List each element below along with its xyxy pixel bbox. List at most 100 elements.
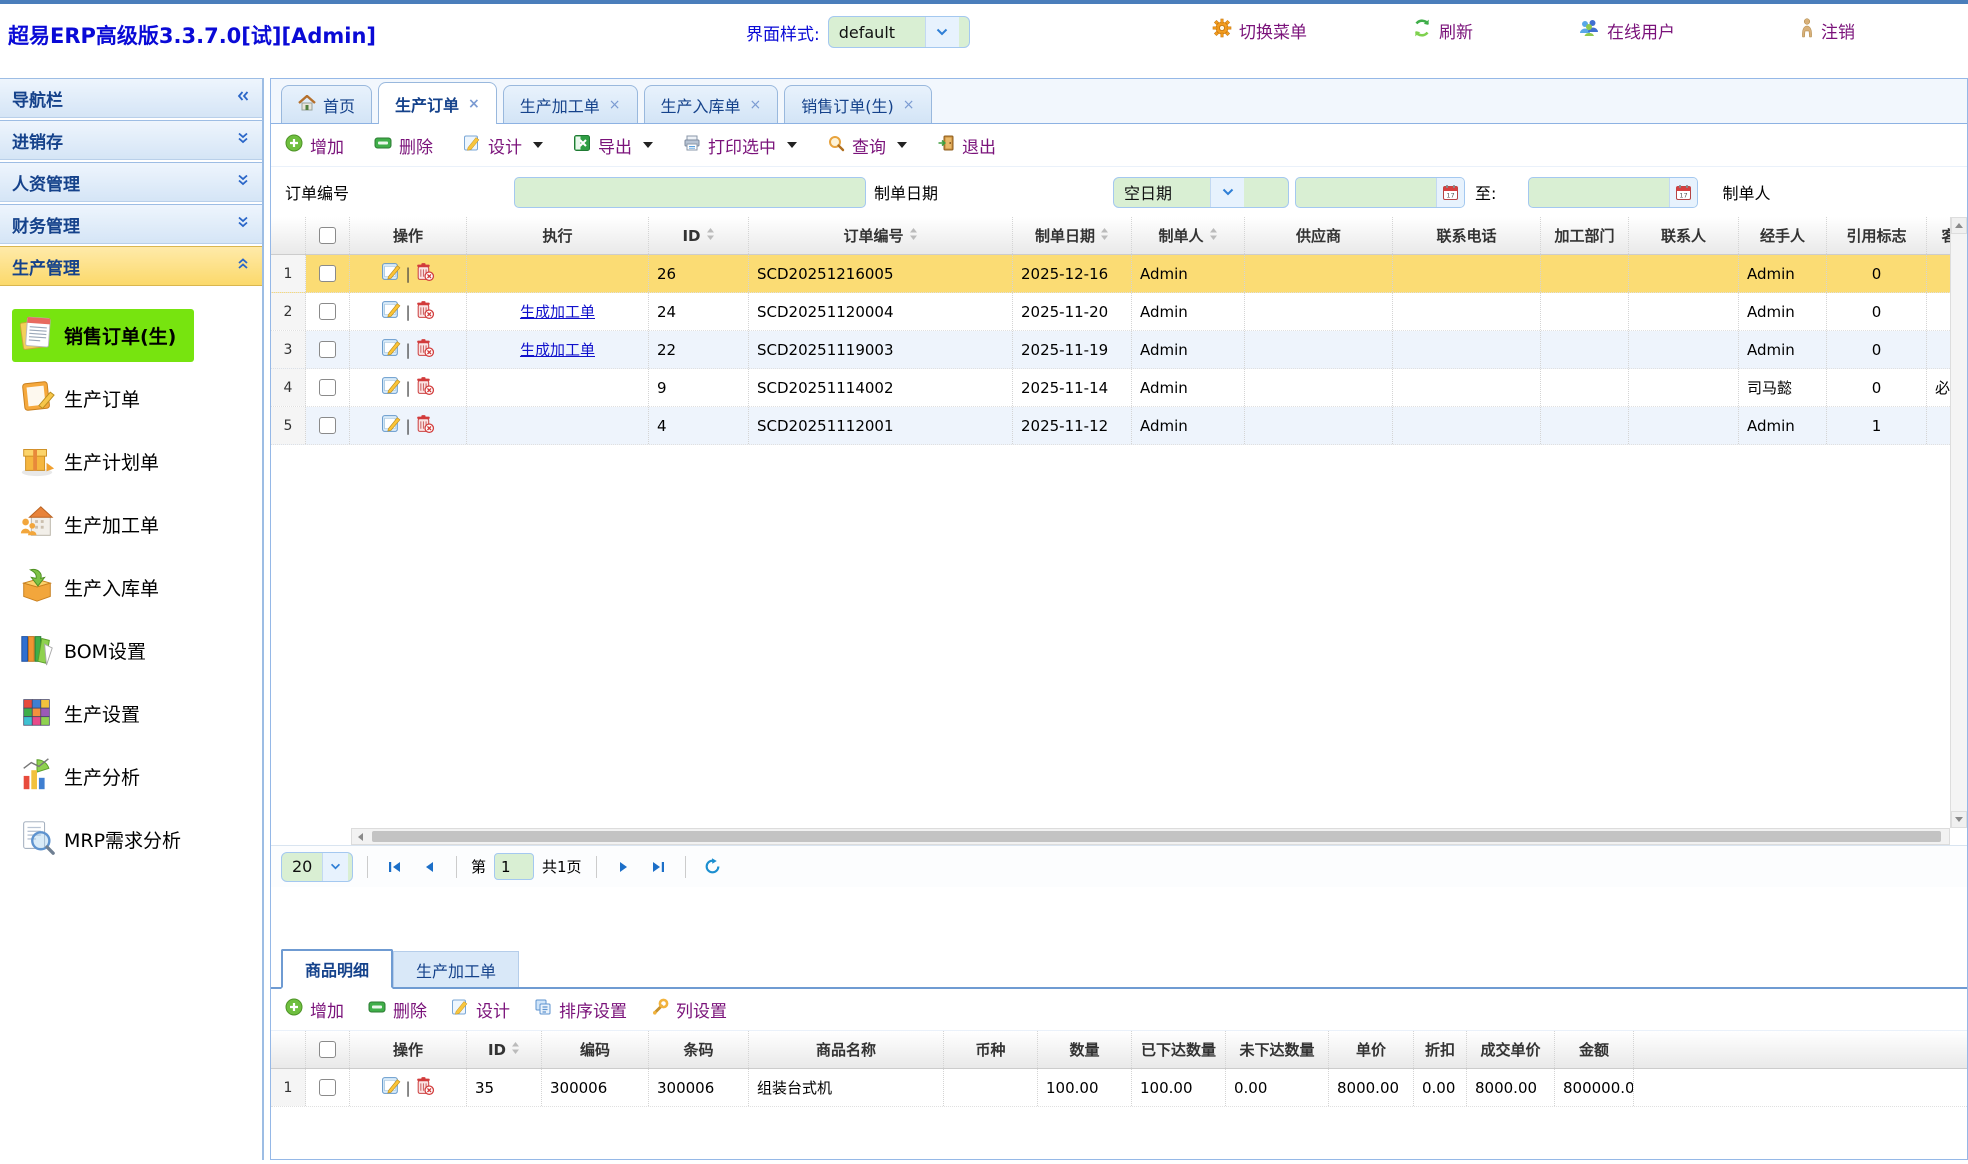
detail-delete-button[interactable]: 删除 (368, 997, 427, 1022)
horizontal-scrollbar[interactable] (351, 828, 1950, 845)
scroll-left-icon[interactable] (352, 829, 368, 844)
close-icon[interactable]: × (903, 97, 915, 113)
add-button[interactable]: 增加 (285, 133, 344, 158)
refresh-button[interactable]: 刷新 (1412, 18, 1473, 43)
empty-date-select[interactable]: 空日期 (1113, 177, 1289, 208)
sidebar-item-production-order[interactable]: 生产订单 (12, 367, 262, 430)
online-users-button[interactable]: 在线用户 (1578, 18, 1675, 43)
detail-table-row[interactable]: 1 | 35 300006 300006 组装台式机 100.00 100.00… (271, 1069, 1967, 1107)
logout-button[interactable]: 注销 (1800, 18, 1855, 43)
trash-row-icon[interactable] (414, 375, 435, 400)
sidebar-item-production-plan[interactable]: 生产计划单 (12, 430, 262, 493)
edit-row-icon[interactable] (381, 413, 402, 438)
trash-row-icon[interactable] (414, 299, 435, 324)
trash-row-icon[interactable] (414, 261, 435, 286)
sort-icon[interactable] (909, 227, 918, 245)
calendar-icon[interactable]: 17 (1669, 178, 1697, 207)
tab-warehouse-in[interactable]: 生产入库单 × (644, 85, 779, 123)
col-header-date[interactable]: 制单日期 (1013, 217, 1132, 254)
sort-icon[interactable] (1100, 227, 1109, 245)
trash-row-icon[interactable] (414, 413, 435, 438)
generate-processing-order-link[interactable]: 生成加工单 (520, 301, 595, 322)
tab-detail-processing-order[interactable]: 生产加工单 (393, 951, 519, 987)
row-checkbox[interactable] (319, 1079, 336, 1096)
select-all-checkbox[interactable] (319, 1041, 336, 1058)
delete-button[interactable]: 删除 (374, 133, 433, 158)
sidebar-nav-title[interactable]: 导航栏 (0, 78, 262, 118)
print-selected-button[interactable]: 打印选中 (683, 133, 797, 158)
tab-production-order[interactable]: 生产订单 × (378, 82, 497, 124)
sidebar-item-mrp-analysis[interactable]: MRP需求分析 (12, 808, 262, 871)
tab-sales-order[interactable]: 销售订单(生) × (784, 85, 931, 123)
close-icon[interactable]: × (468, 96, 480, 112)
edit-row-icon[interactable] (381, 375, 402, 400)
tab-processing-order[interactable]: 生产加工单 × (503, 85, 638, 123)
tab-item-details[interactable]: 商品明细 (281, 949, 393, 989)
dropdown-caret-icon[interactable] (787, 142, 797, 148)
close-icon[interactable]: × (750, 97, 762, 113)
table-row[interactable]: 1 | 26 SCD20251216005 2025-12-16 Admin A… (271, 255, 1950, 293)
tab-home[interactable]: 首页 (281, 85, 372, 123)
detail-design-button[interactable]: 设计 (451, 997, 510, 1022)
edit-row-icon[interactable] (381, 337, 402, 362)
select-all-checkbox[interactable] (319, 227, 336, 244)
row-checkbox[interactable] (319, 303, 336, 320)
sort-icon[interactable] (511, 1041, 520, 1059)
sort-icon[interactable] (706, 227, 715, 245)
col-header-order-no[interactable]: 订单编号 (749, 217, 1013, 254)
column-settings-button[interactable]: 列设置 (651, 997, 727, 1022)
table-row[interactable]: 3 | 生成加工单 22 SCD20251119003 2025-11-19 A… (271, 331, 1950, 369)
sidebar-item-production-analysis[interactable]: 生产分析 (12, 745, 262, 808)
sidebar-section-finance[interactable]: 财务管理 (0, 204, 262, 244)
next-page-button[interactable] (611, 854, 637, 880)
collapse-left-icon[interactable] (236, 88, 250, 108)
exit-button[interactable]: 退出 (937, 133, 996, 158)
row-checkbox[interactable] (319, 265, 336, 282)
dropdown-caret-icon[interactable] (897, 142, 907, 148)
export-button[interactable]: 导出 (573, 133, 653, 158)
col-header-id[interactable]: ID (649, 217, 749, 254)
date-from-input[interactable] (1296, 178, 1436, 207)
sidebar-section-hr[interactable]: 人资管理 (0, 162, 262, 202)
sort-icon[interactable] (1209, 227, 1218, 245)
prev-page-button[interactable] (416, 854, 442, 880)
sidebar-item-production-settings[interactable]: 生产设置 (12, 682, 262, 745)
generate-processing-order-link[interactable]: 生成加工单 (520, 339, 595, 360)
sidebar-section-inventory[interactable]: 进销存 (0, 120, 262, 160)
page-number-input[interactable] (494, 853, 534, 880)
edit-row-icon[interactable] (381, 1075, 402, 1100)
sidebar-item-sales-order[interactable]: 销售订单(生) (12, 304, 262, 367)
first-page-button[interactable] (382, 854, 408, 880)
vertical-scrollbar[interactable] (1950, 217, 1967, 828)
table-row[interactable]: 2 | 生成加工单 24 SCD20251120004 2025-11-20 A… (271, 293, 1950, 331)
detail-add-button[interactable]: 增加 (285, 997, 344, 1022)
page-size-select[interactable]: 20 (281, 852, 353, 882)
calendar-icon[interactable]: 17 (1436, 178, 1464, 207)
row-checkbox[interactable] (319, 341, 336, 358)
design-button[interactable]: 设计 (463, 133, 543, 158)
switch-menu-button[interactable]: 切换菜单 (1212, 18, 1307, 43)
ui-style-select[interactable]: default (828, 16, 970, 48)
reload-icon[interactable] (700, 854, 726, 880)
col-header-maker[interactable]: 制单人 (1132, 217, 1245, 254)
sort-settings-button[interactable]: 排序设置 (534, 997, 627, 1022)
dropdown-caret-icon[interactable] (643, 142, 653, 148)
date-to-input[interactable] (1529, 178, 1669, 207)
close-icon[interactable]: × (609, 97, 621, 113)
sidebar-item-processing-order[interactable]: 生产加工单 (12, 493, 262, 556)
scrollbar-thumb[interactable] (372, 831, 1941, 842)
table-row[interactable]: 4 | 9 SCD20251114002 2025-11-14 Admin 司马… (271, 369, 1950, 407)
trash-row-icon[interactable] (414, 337, 435, 362)
trash-row-icon[interactable] (414, 1075, 435, 1100)
sidebar-section-production[interactable]: 生产管理 (0, 246, 262, 286)
edit-row-icon[interactable] (381, 299, 402, 324)
scroll-down-icon[interactable] (1951, 811, 1967, 828)
order-no-input[interactable] (514, 177, 866, 208)
row-checkbox[interactable] (319, 417, 336, 434)
dropdown-caret-icon[interactable] (533, 142, 543, 148)
row-checkbox[interactable] (319, 379, 336, 396)
edit-row-icon[interactable] (381, 261, 402, 286)
last-page-button[interactable] (645, 854, 671, 880)
sidebar-item-bom-settings[interactable]: BOM设置 (12, 619, 262, 682)
scroll-up-icon[interactable] (1951, 217, 1967, 234)
